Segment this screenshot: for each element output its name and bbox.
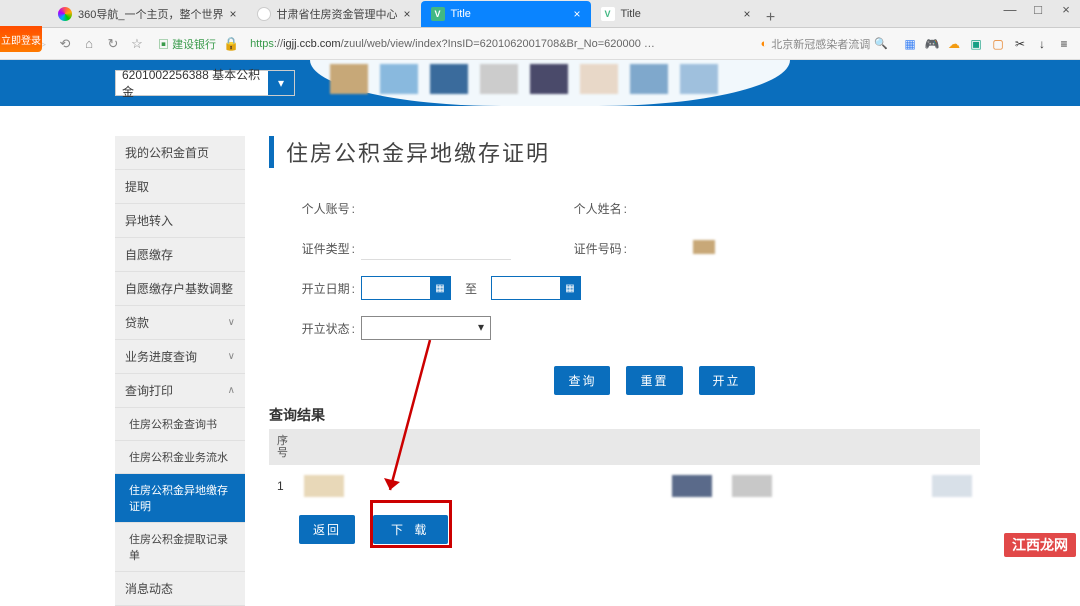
page-header-bar: 6201002256388 基本公积金 ▾ [0, 60, 1080, 106]
date-from-input[interactable]: ▦ [361, 276, 451, 300]
sidebar-item-remote-cert[interactable]: 住房公积金异地缴存证明 [115, 474, 245, 523]
download-button[interactable]: 下 载 [373, 515, 448, 544]
sidebar-item-query-letter[interactable]: 住房公积金查询书 [115, 408, 245, 441]
sidebar-item-messages[interactable]: 消息动态 [115, 572, 245, 606]
minimize-button[interactable]: — [1000, 2, 1020, 17]
result-title: 查询结果 [269, 405, 980, 425]
label-personal-name: 个人姓名 [571, 200, 627, 217]
close-icon[interactable]: × [404, 7, 411, 21]
cert-number-value [633, 236, 783, 260]
close-icon[interactable]: × [229, 7, 236, 21]
search-icon: 🔍 [874, 37, 888, 50]
label-personal-account: 个人账号 [299, 200, 355, 217]
tab-label: 360导航_一个主页，整个世界 [78, 6, 223, 22]
status-select[interactable] [361, 316, 491, 340]
download-icon[interactable]: ↓ [1034, 36, 1050, 52]
personal-name-value [633, 196, 783, 220]
tab-bar: 360导航_一个主页，整个世界 × 甘肃省住房资金管理中心 × V Title … [0, 0, 1080, 28]
result-table: 序号 1 [269, 429, 980, 507]
site-identity: ▣ 建设银行 [158, 36, 216, 52]
watermark: 江西龙网 [1004, 533, 1076, 557]
sidebar-item-progress[interactable]: 业务进度查询∨ [115, 340, 245, 374]
tab-favicon [257, 7, 271, 21]
sidebar-item-query-print[interactable]: 查询打印∧ [115, 374, 245, 408]
calendar-icon: ▦ [560, 277, 580, 299]
page-title: 住房公积金异地缴存证明 [269, 136, 980, 168]
menu-icon[interactable]: ≡ [1056, 36, 1072, 52]
extension-icon-game[interactable]: 🎮 [924, 36, 940, 52]
header-blur-boxes [330, 64, 718, 94]
chevron-down-icon: ▾ [268, 71, 294, 95]
browser-tab-1[interactable]: 甘肃省住房资金管理中心 × [247, 1, 421, 27]
open-button[interactable]: 开立 [699, 366, 755, 395]
screenshot-icon[interactable]: ✂ [1012, 36, 1028, 52]
date-to-label: 至 [465, 280, 477, 297]
maximize-button[interactable]: □ [1028, 2, 1048, 17]
account-select-value: 6201002256388 基本公积金 [116, 66, 268, 100]
close-icon[interactable]: × [744, 7, 751, 21]
extension-icon-shield[interactable]: ▣ [968, 36, 984, 52]
close-window-button[interactable]: × [1056, 2, 1076, 17]
address-toolbar: ◁ ▷ ⟲ ⌂ ↻ ☆ ▣ 建设银行 🔒 https://igjj.ccb.co… [0, 28, 1080, 60]
tab-label: 甘肃省住房资金管理中心 [277, 6, 398, 22]
extension-icon-cloud[interactable]: ☁ [946, 36, 962, 52]
tab-label: Title [451, 8, 471, 20]
sidebar-item-transaction[interactable]: 住房公积金业务流水 [115, 441, 245, 474]
chevron-up-icon: ∧ [228, 385, 235, 396]
calendar-icon: ▦ [430, 277, 450, 299]
table-header: 序号 [269, 429, 980, 465]
sidebar-item-voluntary[interactable]: 自愿缴存 [115, 238, 245, 272]
sidebar-item-loan[interactable]: 贷款∨ [115, 306, 245, 340]
reset-button[interactable]: 重置 [626, 366, 682, 395]
lock-icon: 🔒 [222, 35, 240, 53]
cell-seq: 1 [277, 479, 284, 493]
cell-blur [732, 475, 772, 497]
browser-tab-0[interactable]: 360导航_一个主页，整个世界 × [48, 1, 247, 27]
close-icon[interactable]: × [574, 7, 581, 21]
sidebar-item-transfer-in[interactable]: 异地转入 [115, 204, 245, 238]
extension-icon-box[interactable]: ▢ [990, 36, 1006, 52]
address-bar[interactable]: https://igjj.ccb.com/zuul/web/view/index… [246, 36, 659, 52]
personal-account-value [361, 196, 511, 220]
tab-label: Title [621, 8, 641, 20]
spinner-icon: ◐ [761, 38, 768, 50]
stop-button[interactable]: ↻ [104, 35, 122, 53]
label-open-status: 开立状态 [299, 320, 355, 337]
chevron-down-icon: ∨ [228, 351, 235, 362]
browser-tab-2[interactable]: V Title × [421, 1, 591, 27]
sidebar-item-withdraw-record[interactable]: 住房公积金提取记录单 [115, 523, 245, 572]
sidebar-item-home[interactable]: 我的公积金首页 [115, 136, 245, 170]
search-suggestion[interactable]: ◐ 北京新冠感染者流调 🔍 [761, 36, 888, 52]
cell-blur [672, 475, 712, 497]
account-select[interactable]: 6201002256388 基本公积金 ▾ [115, 70, 295, 96]
col-seq: 序号 [277, 435, 297, 459]
label-open-date: 开立日期 [299, 280, 355, 297]
favorite-button[interactable]: ☆ [128, 35, 146, 53]
browser-tab-3[interactable]: V Title × [591, 1, 761, 27]
table-row[interactable]: 1 [269, 465, 980, 507]
back-button[interactable]: 返回 [299, 515, 355, 544]
cell-blur [932, 475, 972, 497]
date-to-input[interactable]: ▦ [491, 276, 581, 300]
query-button[interactable]: 查询 [554, 366, 610, 395]
main-content: 住房公积金异地缴存证明 个人账号 个人姓名 证件类型 证件号码 开立日期 ▦ 至… [269, 136, 1080, 606]
sidebar: 我的公积金首页 提取 异地转入 自愿缴存 自愿缴存户基数调整 贷款∨ 业务进度查… [115, 136, 245, 606]
tab-favicon-vue: V [431, 7, 445, 21]
home-button[interactable]: ⌂ [80, 35, 98, 53]
cert-type-value [361, 236, 511, 260]
new-tab-button[interactable]: + [761, 9, 781, 27]
chevron-down-icon: ∨ [228, 317, 235, 328]
reload-button[interactable]: ⟲ [56, 35, 74, 53]
extension-icon-grid[interactable]: ▦ [902, 36, 918, 52]
cell-blur [304, 475, 344, 497]
label-cert-type: 证件类型 [299, 240, 355, 257]
login-badge[interactable]: 立即登录 [0, 26, 42, 52]
tab-favicon-vue: V [601, 7, 615, 21]
tab-favicon-360 [58, 7, 72, 21]
label-cert-number: 证件号码 [571, 240, 627, 257]
sidebar-item-base-adjust[interactable]: 自愿缴存户基数调整 [115, 272, 245, 306]
sidebar-item-withdraw[interactable]: 提取 [115, 170, 245, 204]
